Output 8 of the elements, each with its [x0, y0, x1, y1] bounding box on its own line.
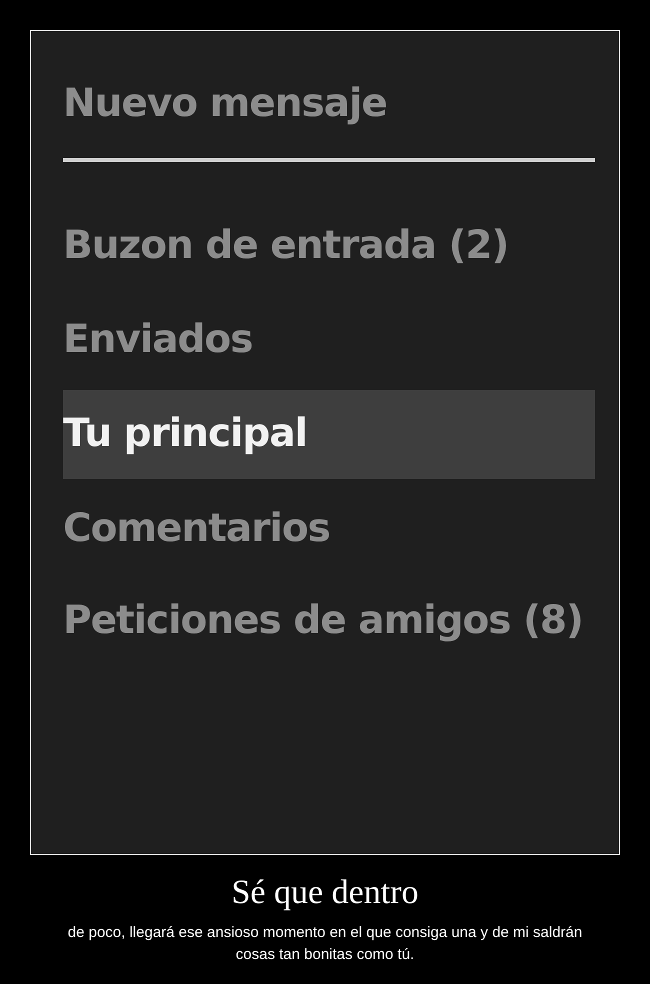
caption-title: Sé que dentro — [230, 873, 420, 913]
menu-item[interactable]: Peticiones de amigos (8) — [63, 579, 595, 664]
new-message-link[interactable]: Nuevo mensaje — [63, 81, 595, 128]
menu-item[interactable]: Comentarios — [63, 484, 595, 574]
menu-item[interactable]: Enviados — [63, 296, 595, 384]
menu-item[interactable]: Tu principal — [63, 390, 595, 479]
caption-text: de poco, llegará ese ansioso momento en el que consiga una y de mi saldrán cosas tan bonitas como tú. — [66, 922, 584, 966]
menu-item[interactable]: Buzon de entrada (2) — [63, 202, 595, 290]
